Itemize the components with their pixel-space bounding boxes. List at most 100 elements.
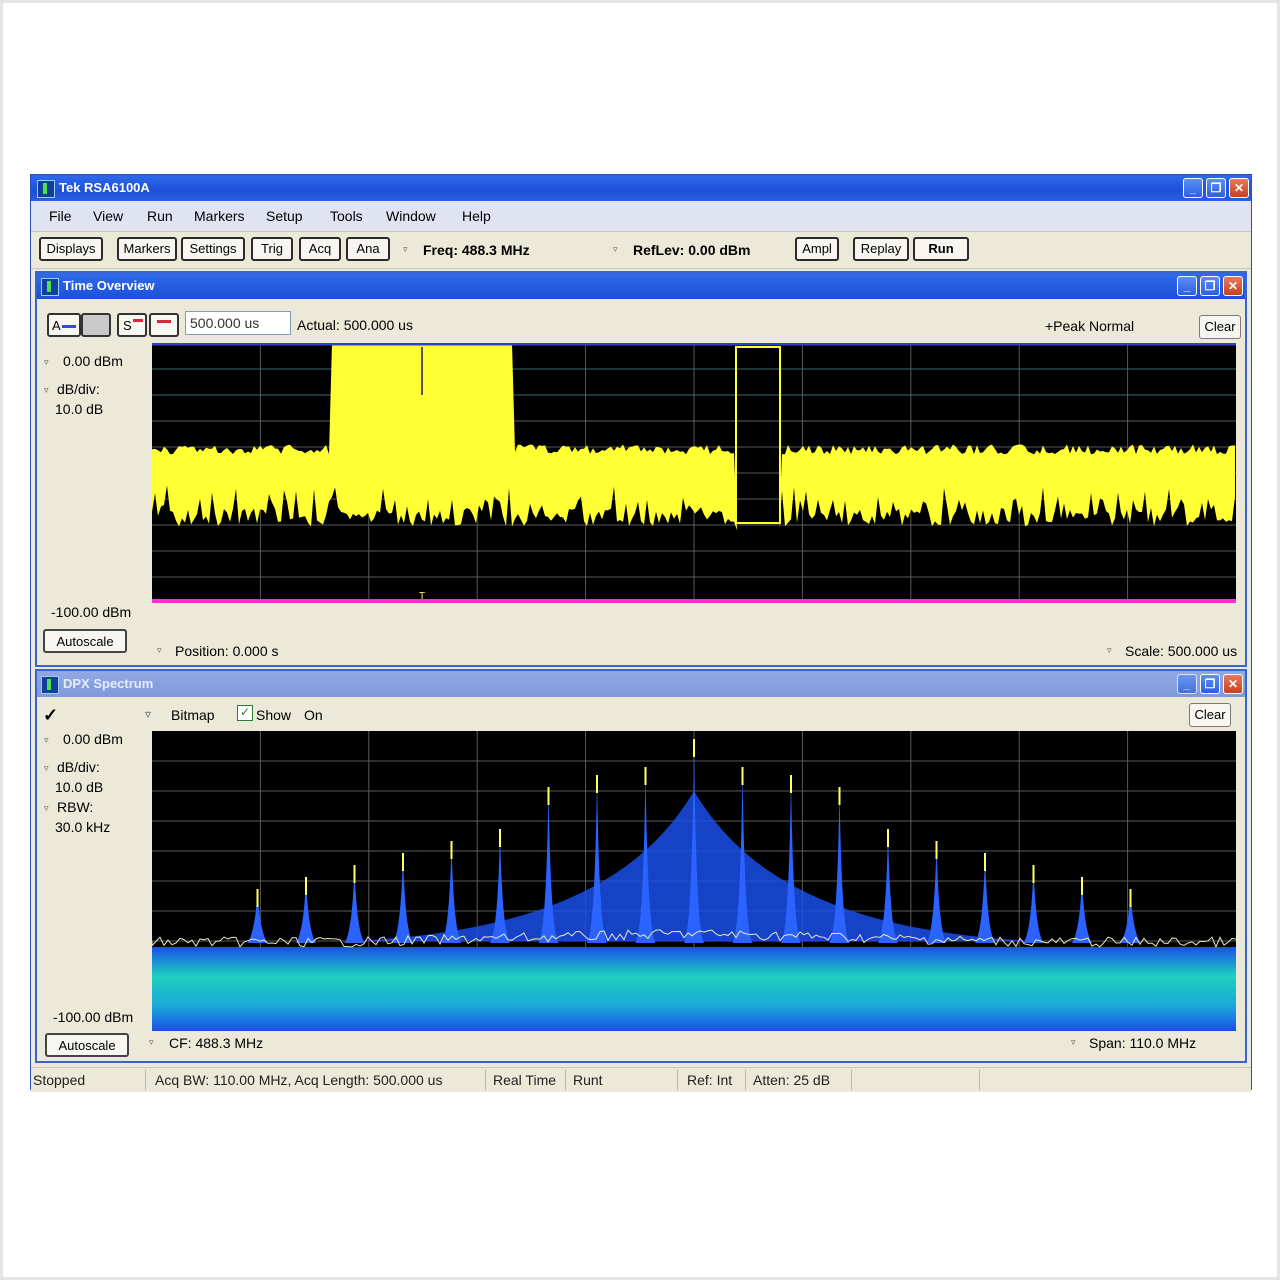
ref-level-arrow-icon[interactable]: ▿ (44, 735, 49, 746)
cf-arrow-icon[interactable]: ▿ (149, 1037, 154, 1048)
status-bar: Stopped Acq BW: 110.00 MHz, Acq Length: … (31, 1067, 1251, 1092)
dpx-clear-button[interactable]: Clear (1189, 703, 1231, 727)
pane-close-icon[interactable]: ✕ (1223, 674, 1243, 694)
status-separator (565, 1070, 566, 1090)
dpx-spectrum-titlebar[interactable]: DPX Spectrum _ ❐ ✕ (37, 671, 1245, 697)
show-checkbox[interactable]: ✓ (237, 705, 253, 721)
markers-button[interactable]: Markers (117, 237, 177, 261)
close-icon[interactable]: ✕ (1229, 178, 1249, 198)
settings-button[interactable]: Settings (181, 237, 245, 261)
pane-maximize-icon[interactable]: ❐ (1200, 276, 1220, 296)
time-overview-autoscale-button[interactable]: Autoscale (43, 629, 127, 653)
trace-enable-check-icon[interactable]: ✓ (43, 705, 58, 726)
status-separator (677, 1070, 678, 1090)
trace-a-color-icon (61, 325, 76, 329)
db-div-label: dB/div: (57, 381, 100, 397)
menu-window[interactable]: Window (386, 208, 436, 224)
trace-s-color-icon (132, 319, 143, 322)
pane-close-icon[interactable]: ✕ (1223, 276, 1243, 296)
dpx-spectrum-title: DPX Spectrum (63, 676, 154, 691)
pane-icon (41, 278, 59, 296)
menu-setup[interactable]: Setup (266, 208, 303, 224)
menu-markers[interactable]: Markers (194, 208, 245, 224)
db-div-arrow-icon[interactable]: ▿ (44, 385, 49, 396)
dpx-spectrum-plot[interactable] (152, 731, 1236, 1031)
dpx-spectrum-pane: DPX Spectrum _ ❐ ✕ ✓ ▿ Bitmap ✓ Show On … (35, 669, 1247, 1063)
time-overview-clear-button[interactable]: Clear (1199, 315, 1241, 339)
reflev-readout[interactable]: RefLev: 0.00 dBm (633, 242, 750, 258)
bitmap-trace-label[interactable]: Bitmap (171, 707, 215, 723)
menu-bar: File View Run Markers Setup Tools Window… (31, 201, 1251, 232)
window-titlebar[interactable]: Tek RSA6100A _ ❐ ✕ (31, 175, 1251, 201)
rbw-arrow-icon[interactable]: ▿ (44, 803, 49, 814)
run-button[interactable]: Run (913, 237, 969, 261)
window-title: Tek RSA6100A (59, 180, 150, 195)
position-readout[interactable]: Position: 0.000 s (175, 643, 279, 659)
ref-level-arrow-icon[interactable]: ▿ (44, 357, 49, 368)
status-mode: Real Time (493, 1072, 557, 1088)
trace-s-line-icon (157, 320, 171, 323)
time-overview-titlebar[interactable]: Time Overview _ ❐ ✕ (37, 273, 1245, 299)
pane-minimize-icon[interactable]: _ (1177, 276, 1197, 296)
trace-a-selector[interactable]: A (47, 313, 81, 337)
displays-button[interactable]: Displays (39, 237, 103, 261)
show-label: Show (256, 707, 292, 723)
actual-length-readout: Actual: 500.000 us (297, 317, 413, 333)
db-div-value[interactable]: 10.0 dB (55, 401, 103, 417)
position-arrow-icon[interactable]: ▿ (157, 645, 162, 656)
acq-button[interactable]: Acq (299, 237, 341, 261)
menu-help[interactable]: Help (462, 208, 491, 224)
menu-tools[interactable]: Tools (330, 208, 363, 224)
bottom-level-value: -100.00 dBm (53, 1009, 134, 1025)
trace-s-line-button[interactable] (149, 313, 179, 337)
show-on-label: On (304, 707, 323, 723)
ampl-button[interactable]: Ampl (795, 237, 839, 261)
pane-minimize-icon[interactable]: _ (1177, 674, 1197, 694)
scale-readout[interactable]: Scale: 500.000 us (1125, 643, 1237, 659)
detection-mode[interactable]: +Peak Normal (1045, 318, 1134, 334)
span-readout[interactable]: Span: 110.0 MHz (1089, 1035, 1196, 1051)
cf-readout[interactable]: CF: 488.3 MHz (169, 1035, 263, 1051)
status-state: Stopped (33, 1072, 86, 1088)
dpx-autoscale-button[interactable]: Autoscale (45, 1033, 129, 1057)
menu-file[interactable]: File (49, 208, 72, 224)
ref-level-value[interactable]: 0.00 dBm (63, 353, 123, 369)
reflev-arrow-icon[interactable]: ▿ (613, 244, 618, 255)
rbw-value[interactable]: 30.0 kHz (55, 819, 110, 835)
scale-arrow-icon[interactable]: ▿ (1107, 645, 1112, 656)
menu-run[interactable]: Run (147, 208, 173, 224)
time-overview-plot[interactable]: T (152, 343, 1236, 603)
freq-readout[interactable]: Freq: 488.3 MHz (423, 242, 530, 258)
app-window: Tek RSA6100A _ ❐ ✕ File View Run Markers… (30, 174, 1252, 1092)
trace-s-selector[interactable]: S (117, 313, 147, 337)
pane-maximize-icon[interactable]: ❐ (1200, 674, 1220, 694)
bottom-level-value: -100.00 dBm (51, 604, 132, 620)
ana-button[interactable]: Ana (346, 237, 390, 261)
time-overview-pane: Time Overview _ ❐ ✕ A S 500.000 us Actua… (35, 271, 1247, 667)
trace-dropdown-icon[interactable]: ▿ (145, 707, 151, 721)
status-atten: Atten: 25 dB (753, 1072, 831, 1088)
trig-button[interactable]: Trig (251, 237, 293, 261)
pane-icon (41, 676, 59, 694)
status-separator (851, 1070, 852, 1090)
freq-arrow-icon[interactable]: ▿ (403, 244, 408, 255)
db-div-value[interactable]: 10.0 dB (55, 779, 103, 795)
minimize-icon[interactable]: _ (1183, 178, 1203, 198)
status-ref: Ref: Int (687, 1072, 733, 1088)
menu-view[interactable]: View (93, 208, 123, 224)
status-acq: Acq BW: 110.00 MHz, Acq Length: 500.000 … (155, 1072, 443, 1088)
toolbar: Displays Markers Settings Trig Acq Ana ▿… (31, 232, 1251, 269)
replay-button[interactable]: Replay (853, 237, 909, 261)
db-div-label: dB/div: (57, 759, 100, 775)
maximize-icon[interactable]: ❐ (1206, 178, 1226, 198)
status-runt: Runt (573, 1072, 603, 1088)
db-div-arrow-icon[interactable]: ▿ (44, 763, 49, 774)
acq-length-input[interactable]: 500.000 us (185, 311, 291, 335)
ref-level-value[interactable]: 0.00 dBm (63, 731, 123, 747)
span-arrow-icon[interactable]: ▿ (1071, 1037, 1076, 1048)
status-separator (745, 1070, 746, 1090)
trace-a-line-button[interactable] (81, 313, 111, 337)
status-separator (145, 1070, 146, 1090)
time-overview-title: Time Overview (63, 278, 155, 293)
dpx-noise-band (152, 947, 1236, 1031)
